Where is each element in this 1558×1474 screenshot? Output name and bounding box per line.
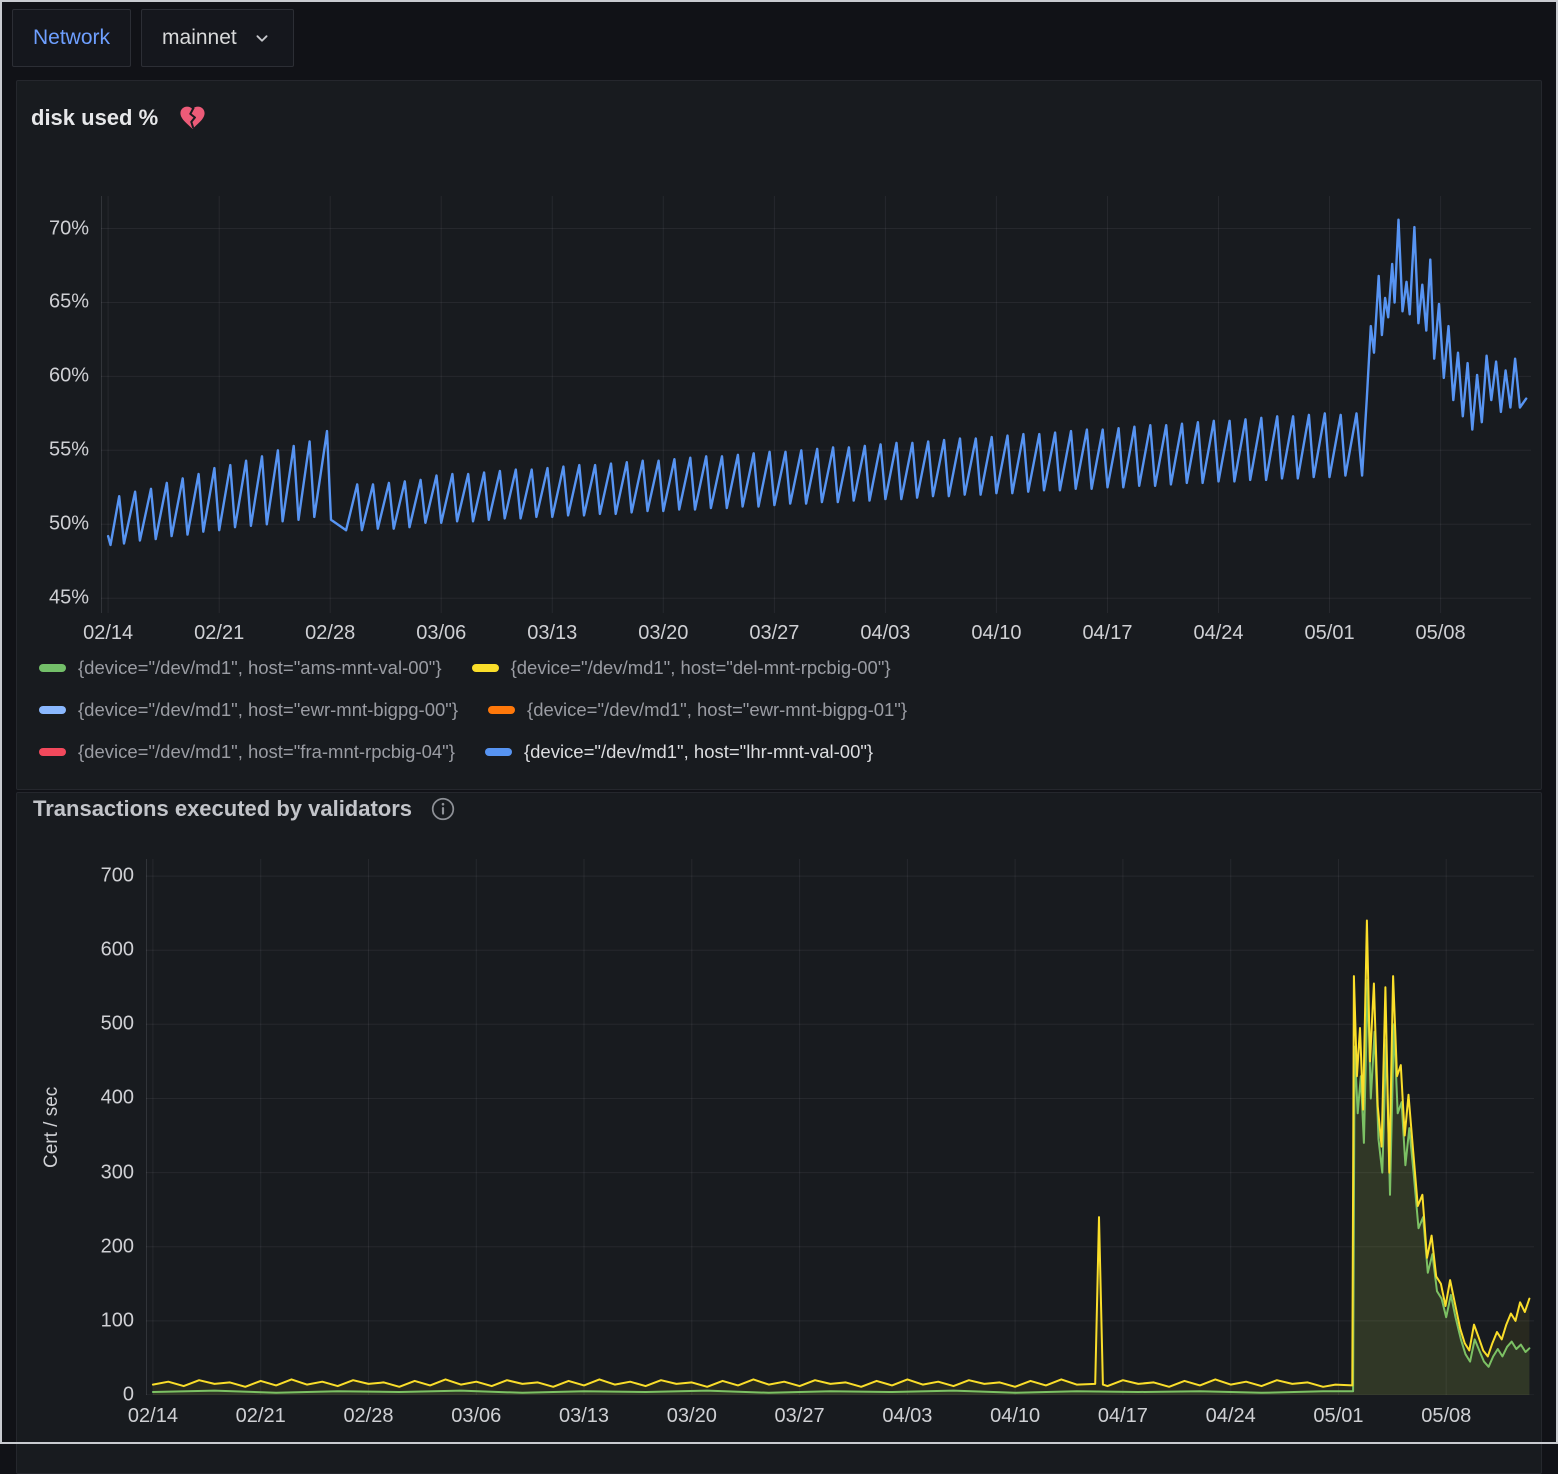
broken-heart-icon bbox=[178, 103, 207, 132]
disk-chart-x-axis: 02/1402/2102/2803/0603/1303/2003/2704/03… bbox=[101, 622, 1531, 648]
legend-series-swatch bbox=[488, 706, 515, 714]
x-tick-label: 03/20 bbox=[667, 1405, 717, 1428]
y-tick-label: 600 bbox=[101, 939, 134, 962]
x-tick-label: 04/03 bbox=[882, 1405, 932, 1428]
x-tick-label: 04/10 bbox=[990, 1405, 1040, 1428]
y-tick-label: 100 bbox=[101, 1309, 134, 1332]
x-tick-label: 04/10 bbox=[971, 622, 1021, 645]
x-tick-label: 03/06 bbox=[416, 622, 466, 645]
x-tick-label: 02/21 bbox=[194, 622, 244, 645]
panel-disk-used: disk used % 45% 50% 55% 60% 65% 70% 02/14 02/2… bbox=[16, 80, 1542, 790]
legend-item[interactable]: {device="/dev/md1", host="ams-mnt-val-00… bbox=[39, 657, 442, 679]
y-tick-label: 60% bbox=[49, 365, 89, 388]
y-tick-label: 55% bbox=[49, 439, 89, 462]
x-tick-label: 05/01 bbox=[1305, 622, 1355, 645]
legend-series-label: {device="/dev/md1", host="ewr-mnt-bigpg-… bbox=[527, 699, 907, 721]
panel-disk-title-row[interactable]: disk used % bbox=[31, 103, 207, 132]
disk-chart-y-axis: 45% 50% 55% 60% 65% 70% bbox=[17, 196, 89, 613]
y-tick-label: 200 bbox=[101, 1235, 134, 1258]
legend-series-swatch bbox=[39, 748, 66, 756]
x-tick-label: 03/13 bbox=[527, 622, 577, 645]
x-tick-label: 03/13 bbox=[559, 1405, 609, 1428]
legend-item[interactable]: {device="/dev/md1", host="fra-mnt-rpcbig… bbox=[39, 741, 455, 763]
legend-item[interactable]: {device="/dev/md1", host="ewr-mnt-bigpg-… bbox=[488, 699, 907, 721]
legend-series-label: {device="/dev/md1", host="fra-mnt-rpcbig… bbox=[78, 741, 455, 763]
x-tick-label: 03/27 bbox=[775, 1405, 825, 1428]
legend-series-swatch bbox=[39, 706, 66, 714]
x-tick-label: 04/24 bbox=[1206, 1405, 1256, 1428]
x-tick-label: 05/08 bbox=[1416, 622, 1466, 645]
y-tick-label: 70% bbox=[49, 217, 89, 240]
tx-chart-x-axis: 02/1402/2102/2803/0603/1303/2003/2704/03… bbox=[146, 1405, 1534, 1431]
tx-chart-y-axis: 0100200300400500600700 bbox=[17, 859, 134, 1395]
x-tick-label: 05/08 bbox=[1421, 1405, 1471, 1428]
panel-disk-title: disk used % bbox=[31, 105, 158, 131]
legend-row: {device="/dev/md1", host="ewr-mnt-bigpg-… bbox=[39, 699, 907, 721]
panel-tx-title: Transactions executed by validators bbox=[33, 796, 412, 822]
legend-item[interactable]: {device="/dev/md1", host="lhr-mnt-val-00… bbox=[485, 741, 873, 763]
legend-item[interactable]: {device="/dev/md1", host="del-mnt-rpcbig… bbox=[472, 657, 891, 679]
x-tick-label: 03/27 bbox=[749, 622, 799, 645]
y-tick-label: 400 bbox=[101, 1087, 134, 1110]
x-tick-label: 04/24 bbox=[1193, 622, 1243, 645]
tx-chart-plot-area[interactable] bbox=[146, 859, 1534, 1395]
y-tick-label: 65% bbox=[49, 291, 89, 314]
x-tick-label: 02/28 bbox=[343, 1405, 393, 1428]
x-tick-label: 02/21 bbox=[236, 1405, 286, 1428]
x-tick-label: 03/06 bbox=[451, 1405, 501, 1428]
variable-value-text: mainnet bbox=[162, 26, 237, 50]
variable-value-dropdown[interactable]: mainnet bbox=[141, 9, 294, 67]
legend-series-label: {device="/dev/md1", host="lhr-mnt-val-00… bbox=[524, 741, 873, 763]
x-tick-label: 04/17 bbox=[1098, 1405, 1148, 1428]
legend-series-label: {device="/dev/md1", host="ams-mnt-val-00… bbox=[78, 657, 442, 679]
x-tick-label: 04/03 bbox=[860, 622, 910, 645]
legend-row: {device="/dev/md1", host="fra-mnt-rpcbig… bbox=[39, 741, 907, 763]
legend-series-swatch bbox=[39, 664, 66, 672]
y-tick-label: 700 bbox=[101, 865, 134, 888]
x-tick-label: 04/17 bbox=[1082, 622, 1132, 645]
chevron-down-icon bbox=[251, 27, 273, 49]
panel-tx-title-row[interactable]: Transactions executed by validators bbox=[33, 796, 456, 822]
legend-series-label: {device="/dev/md1", host="del-mnt-rpcbig… bbox=[511, 657, 891, 679]
y-tick-label: 300 bbox=[101, 1161, 134, 1184]
x-tick-label: 05/01 bbox=[1313, 1405, 1363, 1428]
variable-label-network: Network bbox=[12, 9, 131, 67]
y-tick-label: 500 bbox=[101, 1013, 134, 1036]
disk-chart-legend: {device="/dev/md1", host="ams-mnt-val-00… bbox=[39, 657, 907, 763]
x-tick-label: 02/14 bbox=[128, 1405, 178, 1428]
legend-item[interactable]: {device="/dev/md1", host="ewr-mnt-bigpg-… bbox=[39, 699, 458, 721]
panel-transactions: Transactions executed by validators Cert… bbox=[16, 792, 1542, 1474]
info-circle-icon[interactable] bbox=[430, 796, 456, 822]
legend-series-swatch bbox=[485, 748, 512, 756]
y-tick-label: 0 bbox=[123, 1384, 134, 1407]
x-tick-label: 03/20 bbox=[638, 622, 688, 645]
x-tick-label: 02/14 bbox=[83, 622, 133, 645]
x-tick-label: 02/28 bbox=[305, 622, 355, 645]
y-tick-label: 45% bbox=[49, 587, 89, 610]
legend-series-label: {device="/dev/md1", host="ewr-mnt-bigpg-… bbox=[78, 699, 458, 721]
dashboard-variable-bar: Network mainnet bbox=[12, 9, 294, 67]
disk-chart-plot-area[interactable] bbox=[101, 196, 1531, 613]
legend-row: {device="/dev/md1", host="ams-mnt-val-00… bbox=[39, 657, 907, 679]
y-tick-label: 50% bbox=[49, 513, 89, 536]
legend-series-swatch bbox=[472, 664, 499, 672]
